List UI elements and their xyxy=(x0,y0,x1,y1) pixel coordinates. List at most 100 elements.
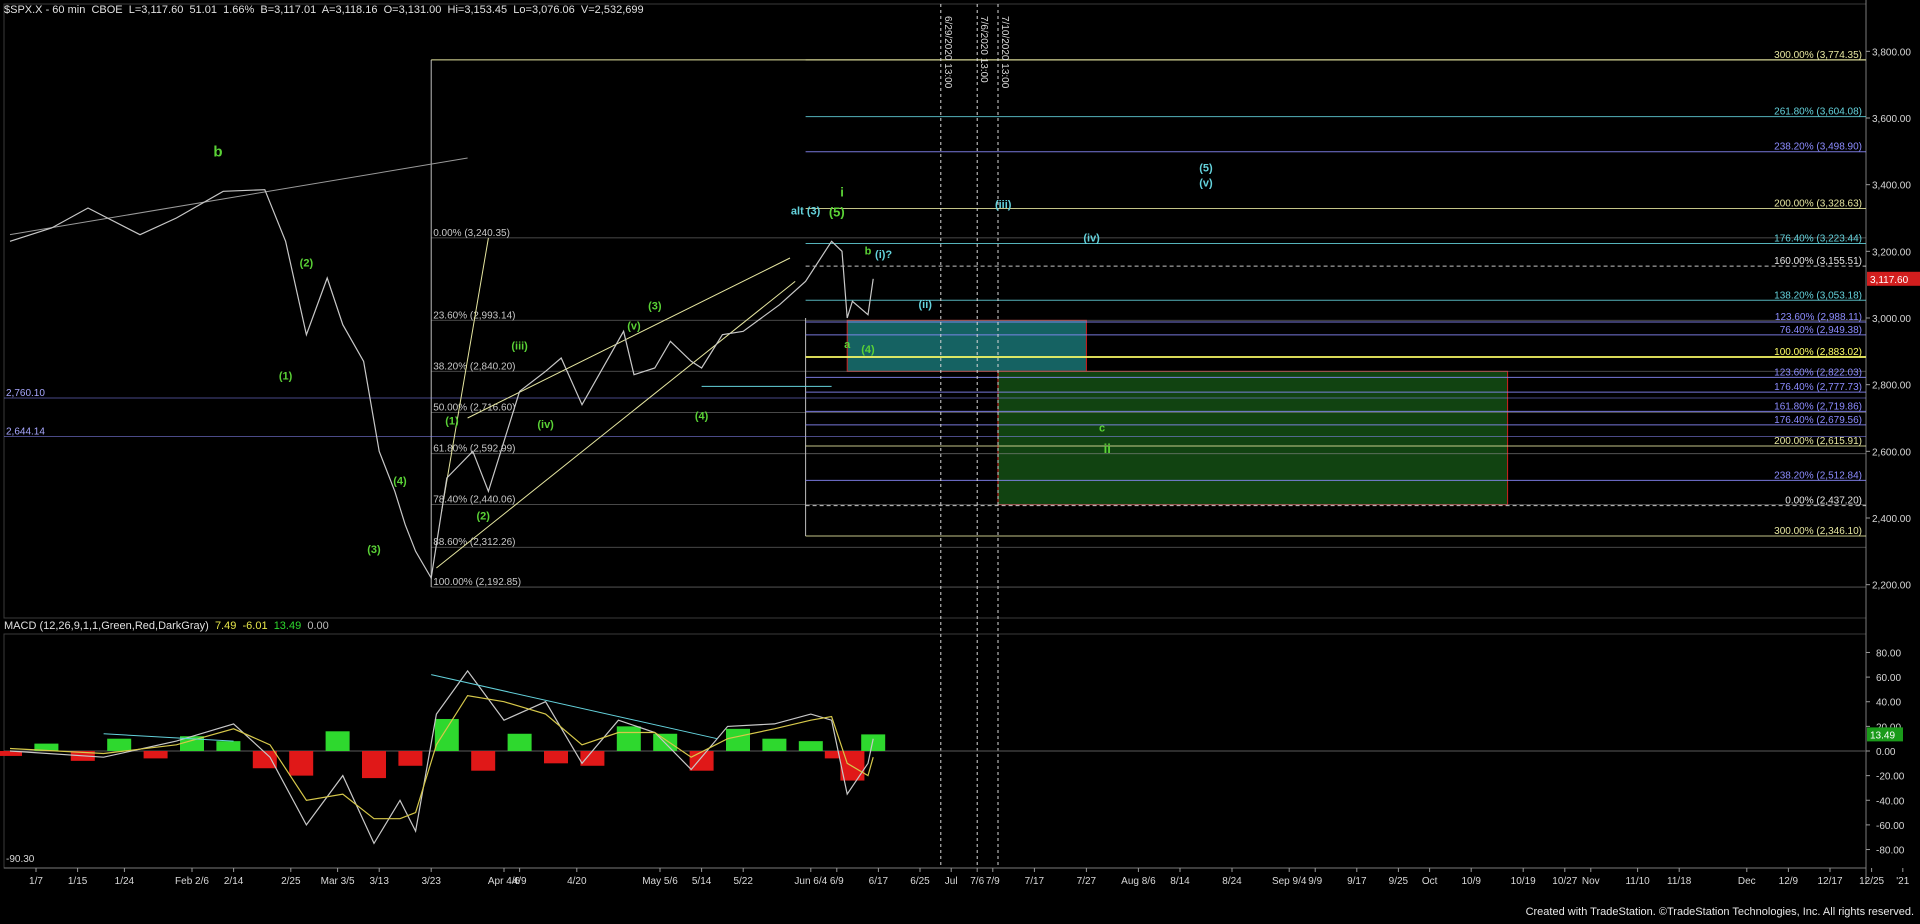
chart-stage: 0.00% (3,240.35) 23.60% (2,993.14) 38.20% … xyxy=(0,0,1920,920)
wave-label: alt (3) xyxy=(791,206,821,218)
wave-label: (1) xyxy=(445,416,459,428)
macd-current-label: 13.49 xyxy=(1870,730,1895,741)
date-axis-label: 4/9 xyxy=(513,876,527,887)
macd-histogram-bar xyxy=(398,751,423,766)
channel-line-upper xyxy=(441,237,489,512)
macd-axis-label: 40.00 xyxy=(1876,698,1901,709)
wave-label: (iii) xyxy=(511,341,528,353)
price-axis-label: 3,200.00 xyxy=(1872,247,1911,258)
macd-histogram-bar xyxy=(434,718,459,751)
macd-v2: -6.01 xyxy=(242,620,268,632)
date-axis-label: 6/9 xyxy=(830,876,844,887)
last-value: L=3,117.60 xyxy=(128,4,184,16)
date-axis-label: '21 xyxy=(1896,876,1909,887)
date-axis-label: Sep 9/4 xyxy=(1272,876,1307,887)
price-axis-label: 2,200.00 xyxy=(1872,581,1911,592)
channel-line-mid xyxy=(467,257,791,419)
date-axis-label: 8/14 xyxy=(1170,876,1190,887)
wave-label: (4) xyxy=(393,476,407,488)
macd-v3: 13.49 xyxy=(273,620,302,632)
date-axis-label: 12/17 xyxy=(1817,876,1842,887)
date-axis-label: 9/17 xyxy=(1347,876,1367,887)
macd-v4: 0.00 xyxy=(307,620,329,632)
date-axis-label: Jun 6/4 xyxy=(794,876,827,887)
right-fib-label: 76.40% (2,949.38) xyxy=(1780,325,1862,336)
right-fib-label: 238.20% (2,512.84) xyxy=(1774,470,1862,481)
right-fib-label: 100.00% (2,883.02) xyxy=(1774,347,1862,358)
wave-label: (2) xyxy=(300,257,314,269)
volume-value: V=2,532,699 xyxy=(580,4,644,16)
wave-label: (3) xyxy=(648,301,662,313)
date-axis-label: 5/14 xyxy=(692,876,712,887)
wave-label: (v) xyxy=(1199,177,1213,189)
price-axis-label: 3,000.00 xyxy=(1872,314,1911,325)
left-fib-label: 100.00% (2,192.85) xyxy=(433,577,521,588)
price-panel-frame xyxy=(3,3,1867,619)
right-fib-label: 176.40% (2,777.73) xyxy=(1774,382,1862,393)
right-fib-label: 261.80% (3,604.08) xyxy=(1774,107,1862,118)
right-fib-label: 300.00% (2,346.10) xyxy=(1774,526,1862,537)
date-axis-label: 1/7 xyxy=(29,876,43,887)
macd-axis-label: -40.00 xyxy=(1876,796,1905,807)
time-marker-label: 7/10/2020 13:00 xyxy=(999,16,1010,89)
cyan-target-box xyxy=(846,319,1087,372)
right-fib-label: 123.60% (2,822.03) xyxy=(1774,367,1862,378)
exchange-label: CBOE xyxy=(91,4,123,16)
wave-label: b xyxy=(865,246,872,258)
macd-histogram-bar xyxy=(507,733,532,751)
wave-label: (1) xyxy=(279,371,293,383)
left-fib-label: 50.00% (2,716.60) xyxy=(433,402,515,413)
trend-line-top xyxy=(9,157,468,236)
wave-label: (2) xyxy=(476,511,490,523)
date-axis-label: 3/13 xyxy=(369,876,389,887)
macd-line xyxy=(9,669,874,845)
date-axis-label: 4/20 xyxy=(567,876,587,887)
date-axis-label: Jul xyxy=(945,876,958,887)
change-value: 51.01 xyxy=(189,4,217,16)
low-value: Lo=3,076.06 xyxy=(513,4,575,16)
macd-histogram-bar xyxy=(544,751,568,764)
chart-svg: 0.00% (3,240.35)23.60% (2,993.14)38.20% … xyxy=(0,0,1920,887)
macd-axis-label: 60.00 xyxy=(1876,673,1901,684)
wave-label: b xyxy=(213,143,222,160)
macd-histogram-bar xyxy=(580,751,605,766)
right-fib-label: 0.00% (2,437.20) xyxy=(1785,496,1862,507)
change-pct-value: 1.66% xyxy=(223,4,255,16)
ask-value: A=3,118.16 xyxy=(321,4,378,16)
price-axis-label: 2,400.00 xyxy=(1872,514,1911,525)
date-axis-label: Feb 2/6 xyxy=(175,876,209,887)
time-marker-label: 6/29/2020 13:00 xyxy=(942,16,953,89)
date-axis-label: 1/24 xyxy=(115,876,135,887)
right-fib-label: 200.00% (3,328.63) xyxy=(1774,198,1862,209)
wave-label: c xyxy=(1099,422,1105,434)
wave-label: (4) xyxy=(695,411,709,423)
date-axis-label: Nov xyxy=(1582,876,1600,887)
date-axis-label: 6/25 xyxy=(910,876,930,887)
date-axis-label: 6/17 xyxy=(869,876,889,887)
macd-histogram-bar xyxy=(252,751,277,769)
wave-label: (i)? xyxy=(875,249,892,261)
date-axis-label: 3/23 xyxy=(421,876,441,887)
date-axis-label: 9/9 xyxy=(1308,876,1322,887)
macd-histogram-bar xyxy=(471,751,496,771)
date-axis-label: 10/19 xyxy=(1511,876,1536,887)
green-target-box xyxy=(997,370,1509,506)
macd-histogram-bar xyxy=(325,731,350,751)
left-fib-label: 78.40% (2,440.06) xyxy=(433,495,515,506)
macd-histogram-bar xyxy=(107,738,132,751)
reference-level-label: 2,644.14 xyxy=(6,427,45,438)
bid-value: B=3,117.01 xyxy=(260,4,317,16)
macd-axis-label: 80.00 xyxy=(1876,648,1901,659)
wave-label: (3) xyxy=(367,544,381,556)
macd-signal-line xyxy=(9,694,874,820)
wave-label: (iv) xyxy=(537,419,554,431)
macd-histogram-bar xyxy=(362,751,386,779)
date-axis-label: Oct xyxy=(1422,876,1438,887)
date-axis-label: 9/25 xyxy=(1389,876,1409,887)
macd-header: MACD (12,26,9,1,1,Green,Red,DarkGray) 7.… xyxy=(4,620,329,632)
date-axis-label: Dec xyxy=(1738,876,1756,887)
wave-label: a xyxy=(844,339,851,351)
macd-histogram-bar xyxy=(143,751,168,759)
price-axis-label: 3,400.00 xyxy=(1872,181,1911,192)
date-axis-label: 2/25 xyxy=(281,876,301,887)
